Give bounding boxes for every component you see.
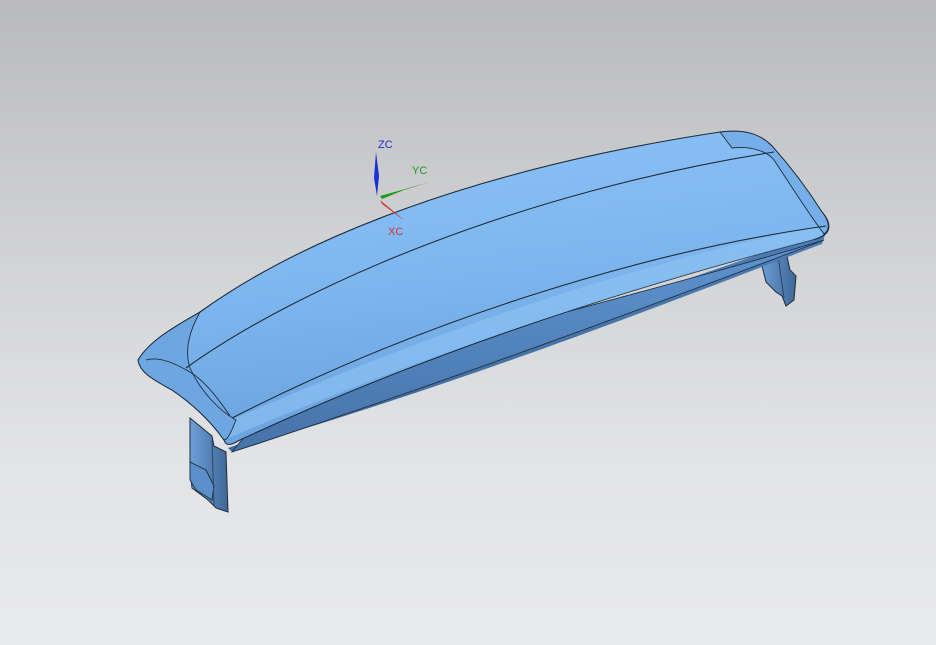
z-axis-arrow [374,152,379,196]
graphics-viewport[interactable]: ZC YC XC [0,0,936,645]
z-axis-label: ZC [378,139,393,151]
cad-model[interactable] [0,0,936,645]
y-axis-label: YC [412,165,428,177]
cover-top-surface [137,130,830,446]
y-axis-arrow [380,182,430,199]
x-axis-label: XC [388,226,404,238]
